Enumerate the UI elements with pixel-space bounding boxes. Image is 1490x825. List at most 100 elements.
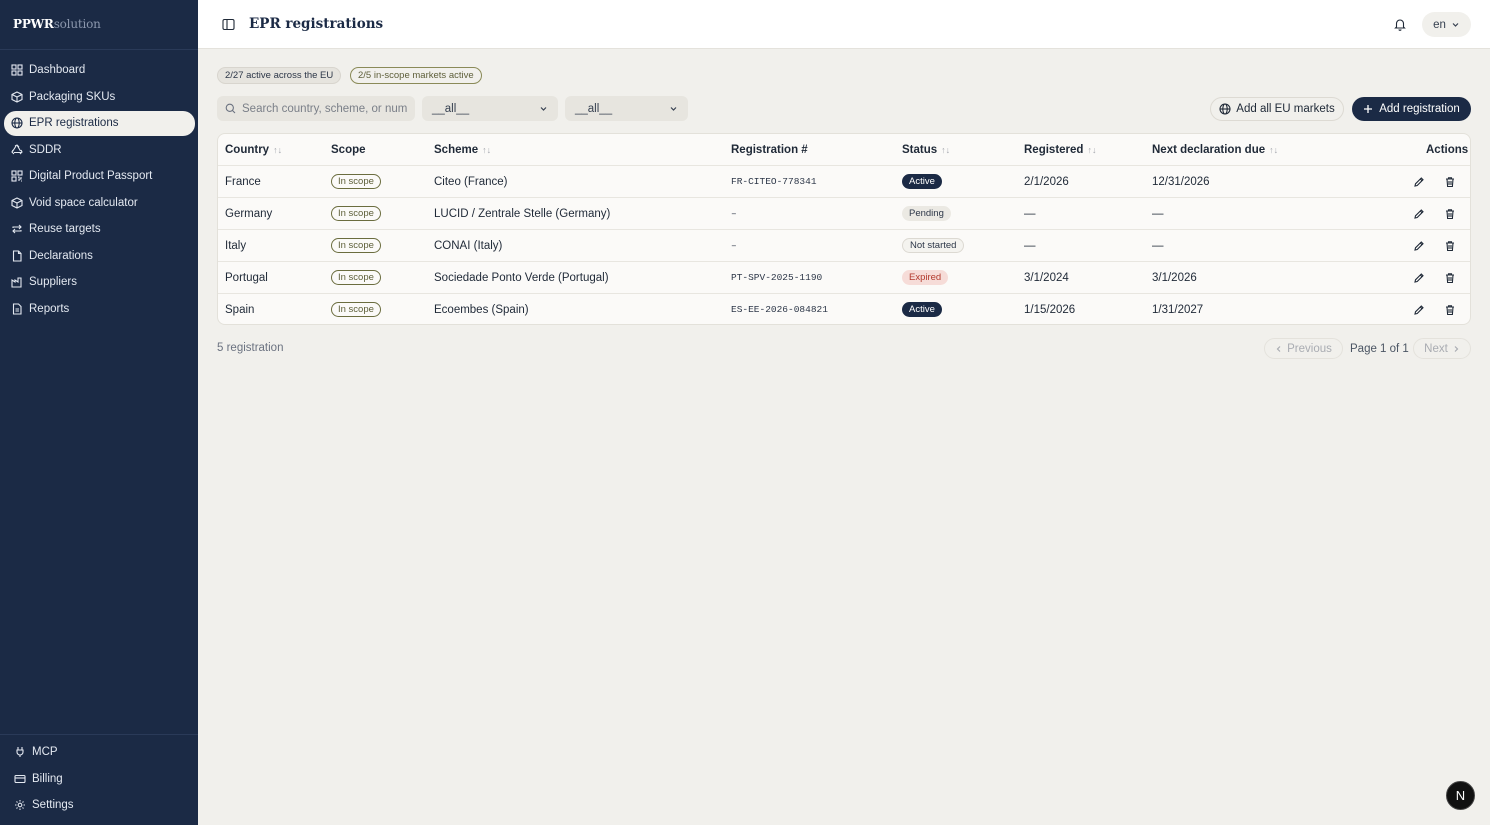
country-cell: Portugal	[225, 271, 268, 284]
scope-cell: In scope	[331, 198, 381, 229]
edit-icon[interactable]	[1413, 208, 1425, 220]
sidebar-item-label: SDDR	[29, 143, 62, 156]
sidebar-nav: Dashboard Packaging SKUs EPR registratio…	[4, 58, 195, 323]
country-cell: Spain	[225, 303, 255, 316]
next-declaration-cell: 12/31/2026	[1152, 175, 1210, 188]
sidebar-item-epr-registrations[interactable]: EPR registrations	[4, 111, 195, 136]
registered-cell: —	[1024, 207, 1036, 220]
status-cell: Pending	[902, 198, 951, 229]
chevron-down-icon	[540, 107, 547, 111]
sidebar-item-reuse-targets[interactable]: Reuse targets	[4, 217, 195, 242]
scope-filter-select[interactable]: __all__	[422, 96, 558, 121]
column-header-actions: Actions	[1426, 134, 1468, 165]
sort-icon: ↑↓	[1087, 144, 1097, 155]
sort-icon: ↑↓	[1269, 144, 1279, 155]
column-header-status[interactable]: Status ↑↓	[902, 134, 950, 165]
sidebar-item-reports[interactable]: Reports	[4, 297, 195, 322]
search-icon	[225, 103, 236, 114]
sidebar-item-label: Dashboard	[29, 64, 86, 77]
sidebar-item-sddr[interactable]: SDDR	[4, 138, 195, 163]
header-label: Registration #	[731, 143, 808, 156]
chevron-down-icon	[1452, 23, 1459, 27]
header-label: Actions	[1426, 143, 1469, 156]
package-icon	[11, 91, 23, 103]
table-row: France In scope Citeo (France) FR-CITEO-…	[218, 166, 1470, 198]
gear-icon	[15, 800, 25, 811]
sidebar-item-billing[interactable]: Billing	[7, 767, 195, 792]
next-declaration-cell: 3/1/2026	[1152, 271, 1197, 284]
sidebar-item-void-space-calculator[interactable]: Void space calculator	[4, 191, 195, 216]
plus-icon	[1364, 105, 1373, 113]
sidebar-item-packaging-skus[interactable]: Packaging SKUs	[4, 85, 195, 110]
language-value: en	[1433, 18, 1446, 31]
globe-icon	[11, 117, 23, 129]
scope-badge: In scope	[331, 302, 381, 317]
sidebar-toggle-icon[interactable]	[222, 18, 235, 31]
next-declaration-cell: 1/31/2027	[1152, 303, 1204, 316]
column-header-scheme[interactable]: Scheme ↑↓	[434, 134, 491, 165]
search-input[interactable]	[242, 102, 407, 115]
sidebar-item-declarations[interactable]: Declarations	[4, 244, 195, 269]
sidebar-item-mcp[interactable]: MCP	[7, 740, 195, 765]
header-label: Scope	[331, 143, 366, 156]
header-label: Scheme	[434, 143, 479, 156]
scheme-cell: Ecoembes (Spain)	[434, 303, 529, 316]
brand-bold: PPWR	[13, 17, 54, 31]
trash-icon[interactable]	[1444, 208, 1456, 220]
scheme-cell: CONAI (Italy)	[434, 239, 503, 252]
scope-badge: In scope	[331, 174, 381, 189]
edit-icon[interactable]	[1413, 304, 1425, 316]
brand-logo[interactable]: PPWRsolution	[13, 17, 101, 31]
next-page-button[interactable]: Next	[1413, 338, 1471, 359]
scope-badge: In scope	[331, 270, 381, 285]
chevron-down-icon	[670, 107, 677, 111]
language-select[interactable]: en	[1422, 12, 1471, 37]
edit-icon[interactable]	[1413, 240, 1425, 252]
active-eu-badge: 2/27 active across the EU	[217, 67, 342, 84]
trash-icon[interactable]	[1444, 304, 1456, 316]
trash-icon[interactable]	[1444, 240, 1456, 252]
status-filter-select[interactable]: __all__	[565, 96, 688, 121]
sidebar-item-label: Packaging SKUs	[29, 90, 116, 103]
status-cell: Not started	[902, 230, 965, 261]
sort-icon: ↑↓	[482, 144, 492, 155]
sidebar-item-suppliers[interactable]: Suppliers	[4, 270, 195, 295]
sidebar-item-label: Digital Product Passport	[29, 170, 153, 183]
column-header-next-declaration[interactable]: Next declaration due ↑↓	[1152, 134, 1278, 165]
trash-icon[interactable]	[1444, 272, 1456, 284]
trash-icon[interactable]	[1444, 176, 1456, 188]
status-cell: Expired	[902, 262, 949, 293]
header-label: Next declaration due	[1152, 143, 1266, 156]
sidebar-item-digital-product-passport[interactable]: Digital Product Passport	[4, 164, 195, 189]
add-all-eu-markets-button[interactable]: Add all EU markets	[1210, 97, 1344, 121]
assistant-avatar-button[interactable]: N	[1446, 781, 1475, 810]
sidebar-item-dashboard[interactable]: Dashboard	[4, 58, 195, 83]
scheme-cell: Citeo (France)	[434, 175, 508, 188]
sidebar-bottom-nav: MCP Billing Settings	[7, 740, 195, 820]
edit-icon[interactable]	[1413, 272, 1425, 284]
bell-icon[interactable]	[1393, 17, 1407, 31]
country-cell: France	[225, 175, 261, 188]
registration-number-cell: PT-SPV-2025-1190	[731, 272, 823, 283]
status-badge: Active	[902, 302, 942, 317]
scope-badge: In scope	[331, 206, 381, 221]
sidebar-bottom-divider	[0, 734, 198, 735]
scheme-cell: Sociedade Ponto Verde (Portugal)	[434, 271, 609, 284]
previous-page-button[interactable]: Previous	[1264, 338, 1343, 359]
column-header-country[interactable]: Country ↑↓	[225, 134, 282, 165]
table-row: Germany In scope LUCID / Zentrale Stelle…	[218, 198, 1470, 230]
column-header-registered[interactable]: Registered ↑↓	[1024, 134, 1096, 165]
chevron-left-icon	[1276, 345, 1281, 352]
registered-cell: —	[1024, 239, 1036, 252]
sidebar-item-label: Reports	[29, 302, 70, 315]
sort-icon: ↑↓	[941, 144, 951, 155]
sidebar-item-settings[interactable]: Settings	[7, 793, 195, 818]
globe-icon	[1219, 103, 1231, 115]
status-badge: Expired	[902, 270, 949, 285]
scope-cell: In scope	[331, 294, 381, 324]
search-box	[217, 96, 415, 121]
report-icon	[12, 303, 22, 315]
edit-icon[interactable]	[1413, 176, 1425, 188]
column-header-scope: Scope	[331, 134, 366, 165]
add-registration-button[interactable]: Add registration	[1352, 97, 1471, 121]
